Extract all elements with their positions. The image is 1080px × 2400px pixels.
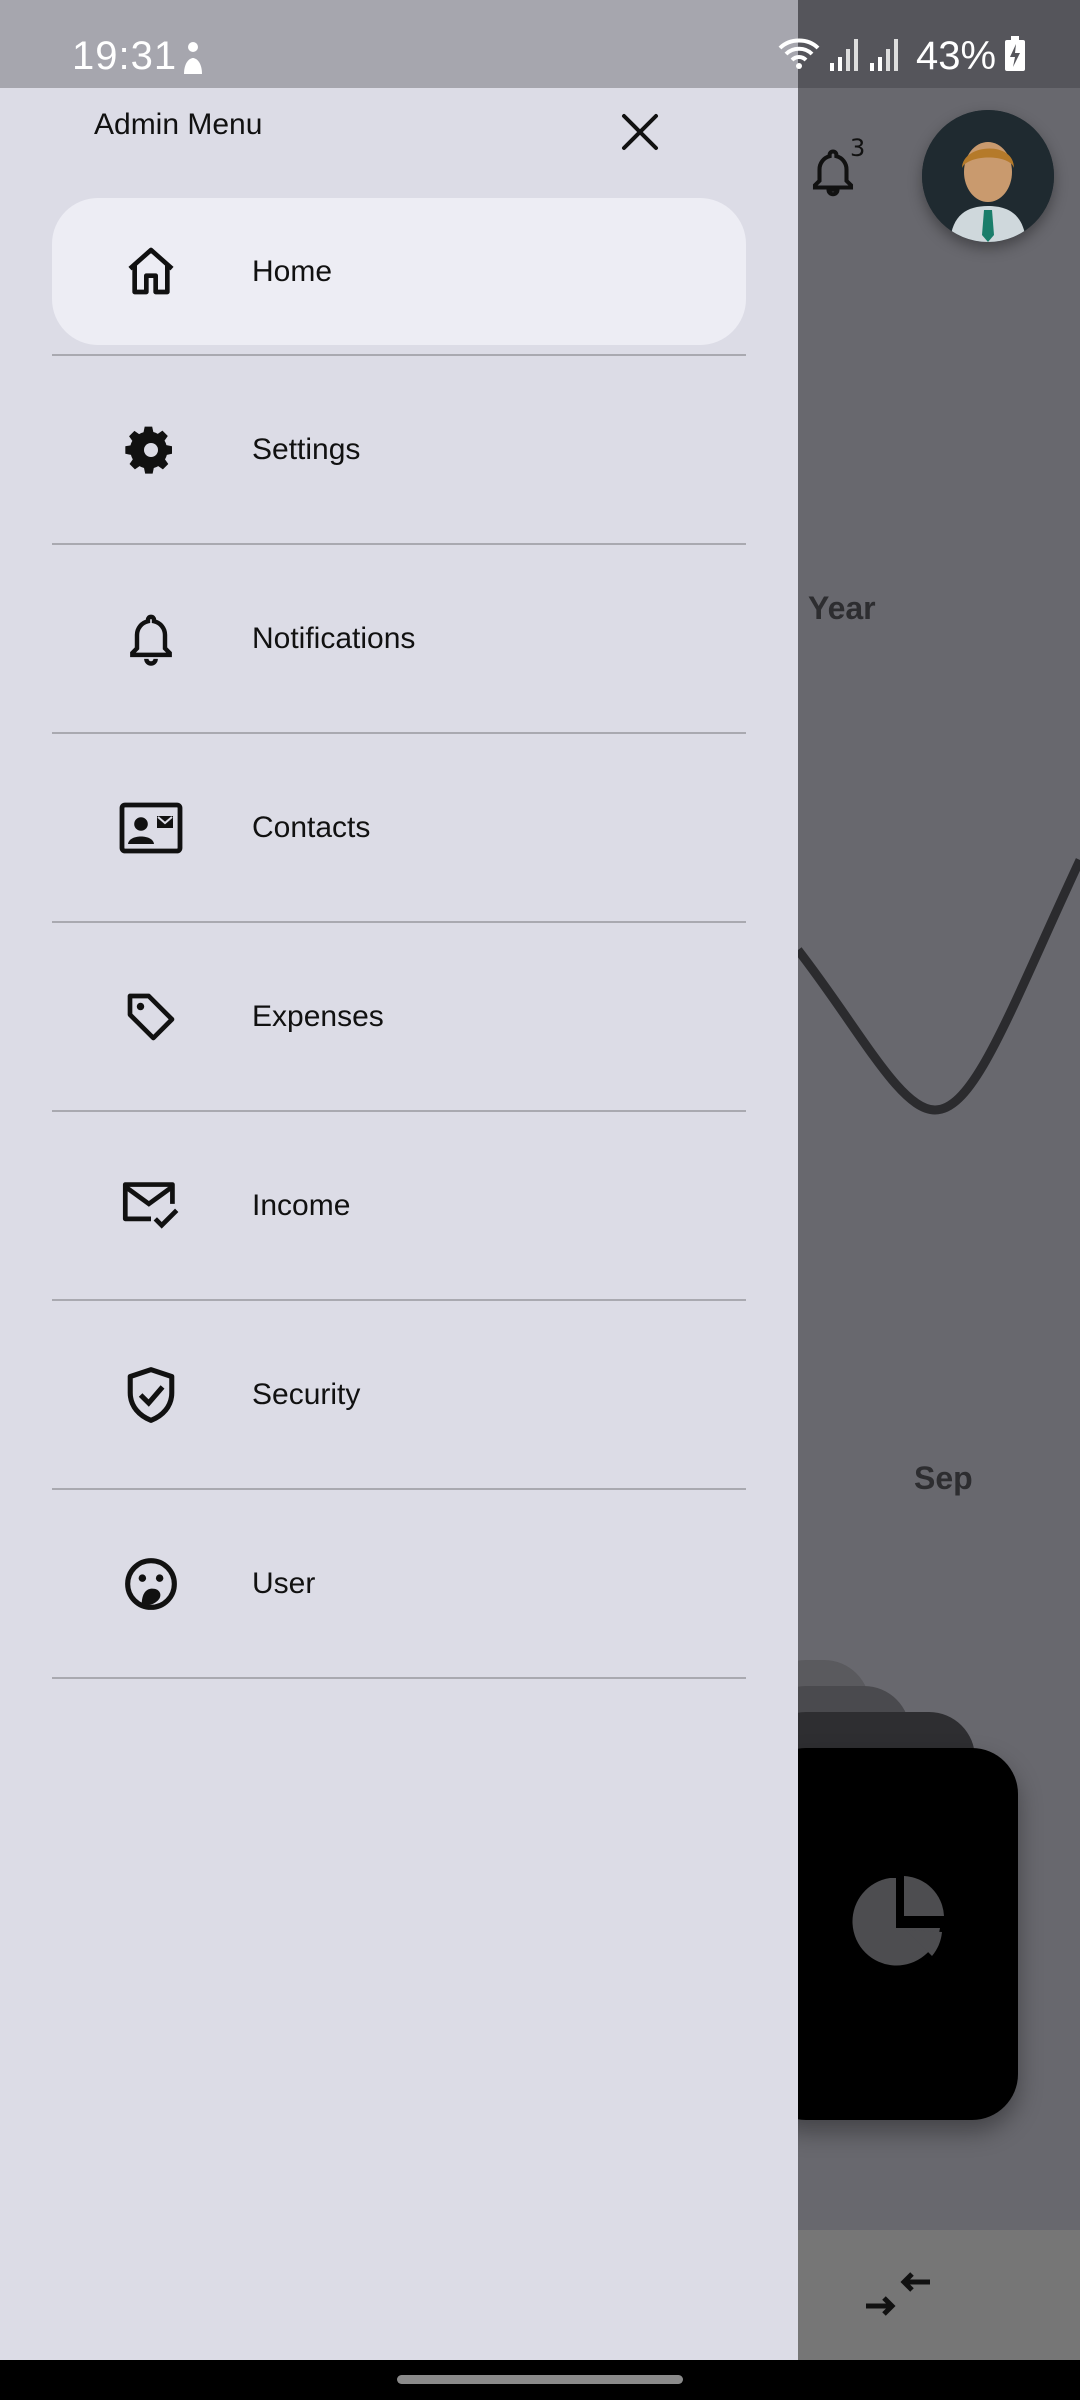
shield-check-icon bbox=[118, 1362, 184, 1428]
menu-item-contacts[interactable]: Contacts bbox=[52, 734, 746, 923]
menu-item-home[interactable]: Home bbox=[52, 198, 746, 356]
gesture-handle[interactable] bbox=[397, 2375, 683, 2384]
status-time: 19:31 bbox=[72, 34, 178, 78]
drawer-menu-list: Home Settings Notifications Contacts Exp… bbox=[52, 198, 746, 1679]
signal-icon-1 bbox=[828, 37, 860, 76]
menu-item-expenses[interactable]: Expenses bbox=[52, 923, 746, 1112]
battery-charging-icon bbox=[1004, 35, 1026, 77]
status-icons: 43% bbox=[778, 34, 1026, 78]
compress-arrows-icon[interactable] bbox=[862, 2266, 934, 2322]
menu-item-label: Expenses bbox=[252, 999, 384, 1033]
pie-chart-icon bbox=[852, 1876, 944, 1966]
background-avatar[interactable] bbox=[922, 110, 1054, 242]
menu-item-label: Security bbox=[252, 1377, 361, 1411]
menu-item-label: Income bbox=[252, 1188, 351, 1222]
accessibility-icon bbox=[178, 40, 208, 81]
menu-item-user[interactable]: User bbox=[52, 1490, 746, 1679]
menu-item-label: User bbox=[252, 1566, 316, 1600]
menu-item-income[interactable]: Income bbox=[52, 1112, 746, 1301]
user-face-icon bbox=[118, 1551, 184, 1617]
close-icon bbox=[622, 114, 658, 150]
battery-percent: 43% bbox=[916, 33, 997, 78]
background-chart-card[interactable] bbox=[760, 1748, 1018, 2120]
status-bar: 19:31 bbox=[0, 0, 798, 88]
home-icon bbox=[118, 238, 184, 304]
menu-item-settings[interactable]: Settings bbox=[52, 356, 746, 545]
background-year-label: Year bbox=[808, 590, 876, 626]
bell-icon bbox=[118, 606, 184, 672]
close-button[interactable] bbox=[600, 96, 680, 168]
menu-item-label: Notifications bbox=[252, 621, 416, 655]
menu-item-label: Settings bbox=[252, 432, 361, 466]
menu-item-notifications[interactable]: Notifications bbox=[52, 545, 746, 734]
tag-icon bbox=[118, 984, 184, 1050]
menu-item-label: Home bbox=[252, 255, 333, 288]
contact-card-icon bbox=[118, 795, 184, 861]
mail-check-icon bbox=[118, 1173, 184, 1239]
wifi-icon bbox=[778, 36, 820, 77]
drawer-title: Admin Menu bbox=[94, 108, 263, 141]
admin-menu-drawer: Admin Menu Home Settings Notifications C… bbox=[0, 88, 798, 2360]
background-notification-badge: 3 bbox=[850, 134, 866, 162]
gear-icon bbox=[118, 417, 184, 483]
signal-icon-2 bbox=[868, 37, 900, 76]
menu-item-label: Contacts bbox=[252, 810, 371, 844]
background-sep-label: Sep bbox=[914, 1460, 973, 1496]
menu-item-security[interactable]: Security bbox=[52, 1301, 746, 1490]
